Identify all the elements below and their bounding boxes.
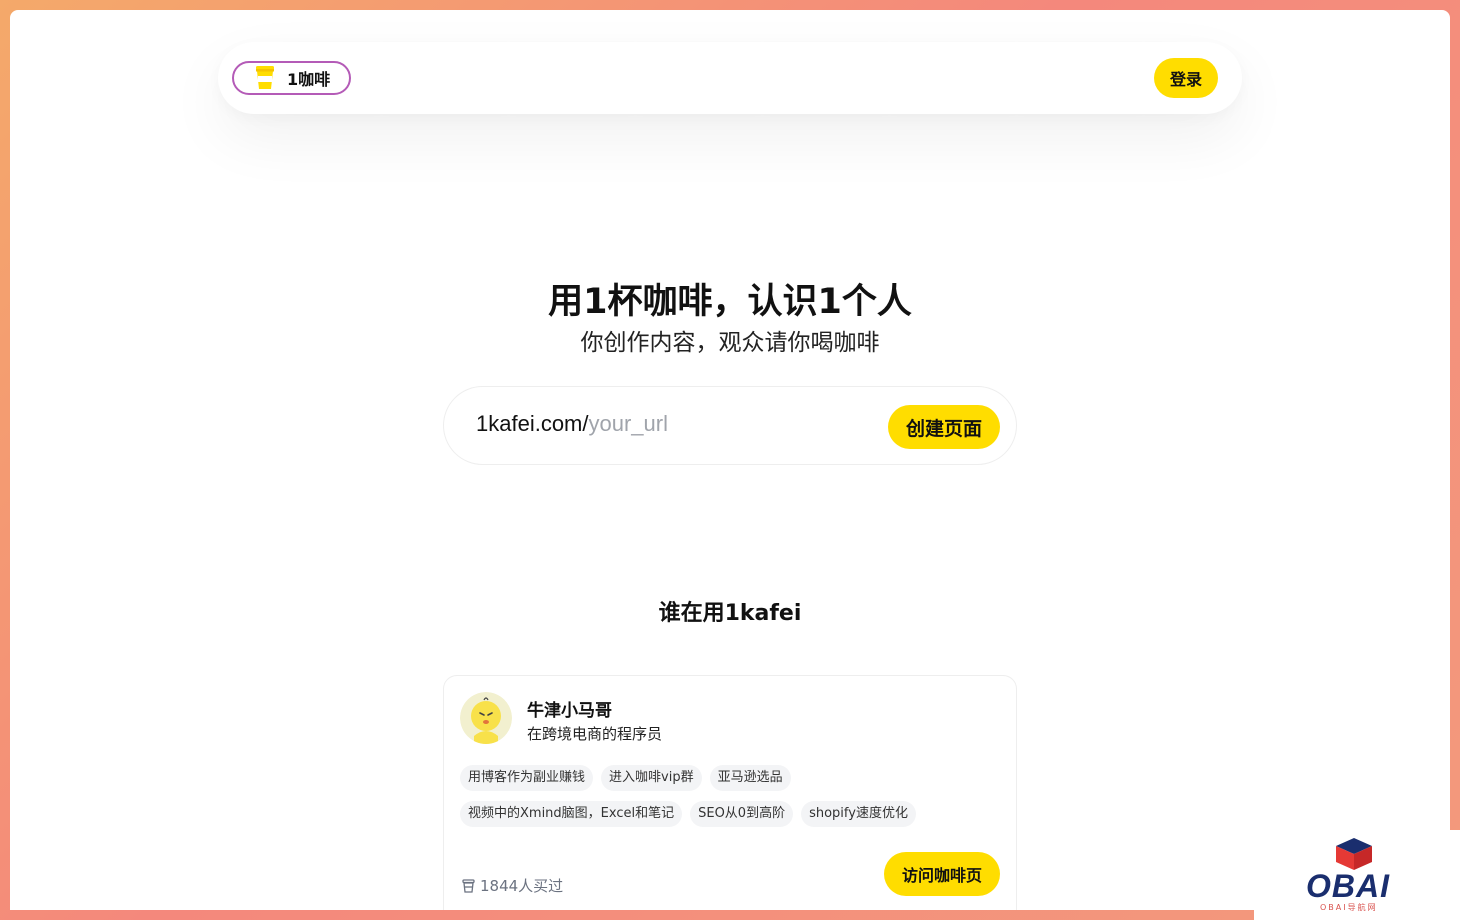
tag: 视频中的Xmind脑图，Excel和笔记: [460, 801, 683, 827]
create-page-button[interactable]: 创建页面: [888, 405, 1000, 449]
url-input[interactable]: 1kafei.com/your_url: [476, 411, 668, 437]
url-prefix: 1kafei.com/: [476, 411, 589, 436]
url-placeholder: your_url: [588, 411, 668, 436]
watermark-subtext: OBAI导航网: [1320, 903, 1378, 912]
hero-subtitle: 你创作内容，观众请你喝咖啡: [580, 330, 880, 356]
coffee-cup-icon: [256, 66, 274, 89]
logo-text: 1咖啡: [287, 70, 331, 89]
coffee-cup-icon: [462, 878, 475, 893]
top-navbar: 1咖啡 登录: [218, 42, 1242, 114]
tag: shopify速度优化: [801, 801, 916, 827]
avatar[interactable]: [460, 692, 512, 744]
watermark: OBAI OBAI导航网: [1254, 830, 1460, 920]
watermark-text: OBAI: [1306, 868, 1390, 904]
tag-list: 用博客作为副业赚钱 进入咖啡vip群 亚马逊选品 视频中的Xmind脑图，Exc…: [460, 765, 1000, 827]
hero-title: 用1杯咖啡，认识1个人: [548, 282, 912, 322]
user-bio: 在跨境电商的程序员: [527, 725, 663, 743]
sold-count: 1844人买过: [462, 875, 563, 896]
url-input-bar: 1kafei.com/your_url 创建页面: [443, 386, 1017, 465]
tag: 用博客作为副业赚钱: [460, 765, 594, 791]
browser-window: 1咖啡 登录 用1杯咖啡，认识1个人 你创作内容，观众请你喝咖啡 1kafei.…: [10, 10, 1450, 910]
section-title: 谁在用1kafei: [658, 601, 802, 626]
tag: SEO从0到高阶: [690, 801, 794, 827]
login-button[interactable]: 登录: [1154, 58, 1218, 98]
user-name: 牛津小马哥: [527, 701, 612, 721]
visit-coffee-page-button[interactable]: 访问咖啡页: [884, 852, 1000, 896]
creator-card: 牛津小马哥 在跨境电商的程序员 用博客作为副业赚钱 进入咖啡vip群 亚马逊选品…: [443, 675, 1017, 910]
logo-link[interactable]: 1咖啡: [232, 61, 351, 95]
tag: 进入咖啡vip群: [601, 765, 702, 791]
tag: 亚马逊选品: [709, 765, 791, 791]
sold-text: 1844人买过: [480, 877, 564, 895]
cube-logo-icon: [1336, 838, 1372, 870]
